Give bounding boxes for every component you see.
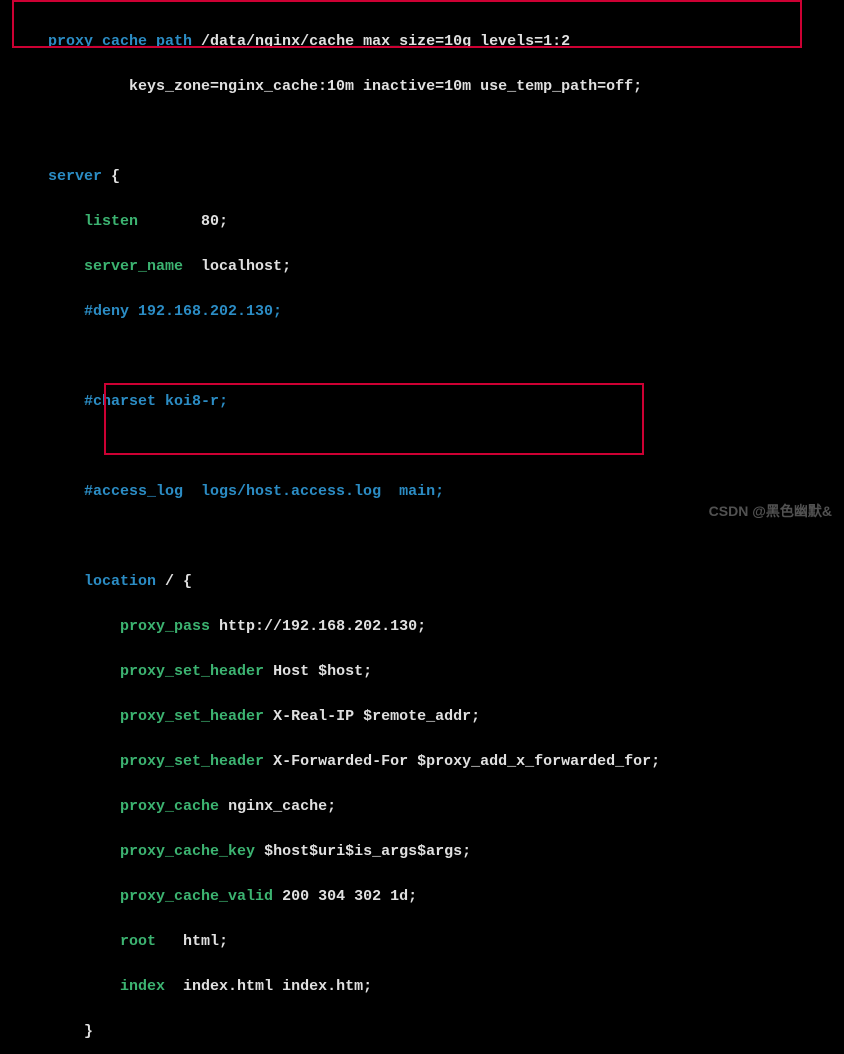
- code-line: proxy_cache_key $host$uri$is_args$args;: [12, 841, 832, 864]
- directive-proxy-set-header: proxy_set_header: [120, 753, 264, 770]
- code-line: index index.html index.htm;: [12, 976, 832, 999]
- directive-proxy-set-header: proxy_set_header: [120, 663, 264, 680]
- highlight-box-bottom: [104, 383, 644, 455]
- code-line: #deny 192.168.202.130;: [12, 301, 832, 324]
- comment-deny: #deny 192.168.202.130;: [84, 303, 282, 320]
- directive-index: index: [120, 978, 165, 995]
- directive-proxy-set-header: proxy_set_header: [120, 708, 264, 725]
- highlight-box-top: [12, 0, 802, 48]
- comment-access-log: #access_log logs/host.access.log main;: [84, 483, 444, 500]
- watermark: CSDN @黑色幽默&: [709, 501, 832, 521]
- directive-server-name: server_name: [84, 258, 183, 275]
- code-line: server {: [12, 166, 832, 189]
- blank-line: [12, 121, 832, 144]
- blank-line: [12, 526, 832, 549]
- code-block: proxy_cache_path /data/nginx/cache max_s…: [12, 8, 832, 1054]
- directive-proxy-cache-key: proxy_cache_key: [120, 843, 255, 860]
- blank-line: [12, 346, 832, 369]
- directive-root: root: [120, 933, 156, 950]
- directive-proxy-cache-valid: proxy_cache_valid: [120, 888, 273, 905]
- directive-server: server: [12, 168, 102, 185]
- code-line: proxy_pass http://192.168.202.130;: [12, 616, 832, 639]
- code-line: proxy_set_header X-Real-IP $remote_addr;: [12, 706, 832, 729]
- code-line: proxy_cache nginx_cache;: [12, 796, 832, 819]
- code-line: proxy_set_header Host $host;: [12, 661, 832, 684]
- code-line: proxy_set_header X-Forwarded-For $proxy_…: [12, 751, 832, 774]
- code-line: keys_zone=nginx_cache:10m inactive=10m u…: [12, 76, 832, 99]
- code-line: listen 80;: [12, 211, 832, 234]
- directive-location: location: [84, 573, 156, 590]
- code-line: }: [12, 1021, 832, 1044]
- directive-listen: listen: [84, 213, 138, 230]
- code-line: server_name localhost;: [12, 256, 832, 279]
- directive-proxy-cache: proxy_cache: [120, 798, 219, 815]
- code-line: proxy_cache_valid 200 304 302 1d;: [12, 886, 832, 909]
- code-line: location / {: [12, 571, 832, 594]
- code-line: root html;: [12, 931, 832, 954]
- code-line: #access_log logs/host.access.log main;: [12, 481, 832, 504]
- directive-proxy-pass: proxy_pass: [120, 618, 210, 635]
